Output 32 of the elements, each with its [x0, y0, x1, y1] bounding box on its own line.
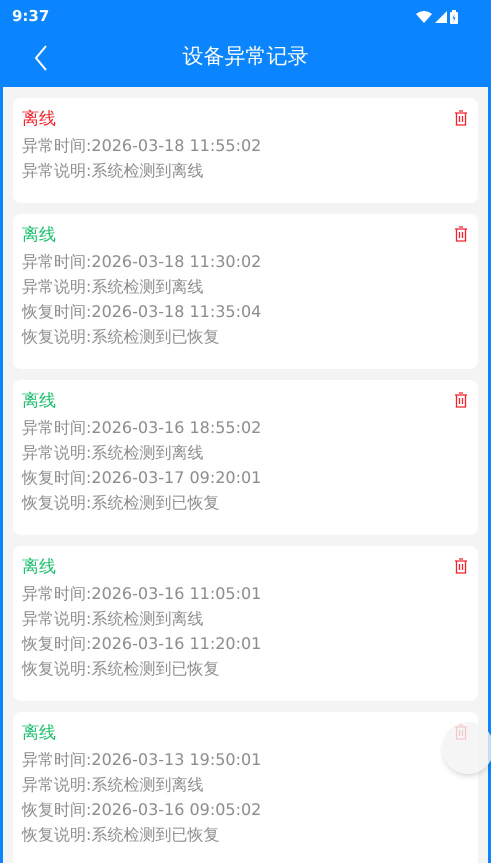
- record-detail: 异常说明:系统检测到离线: [22, 442, 204, 464]
- record-detail: 恢复说明:系统检测到已恢复: [22, 824, 220, 846]
- status-label: 离线: [22, 722, 56, 745]
- delete-button[interactable]: [454, 558, 468, 574]
- delete-button[interactable]: [454, 110, 468, 126]
- record-detail: 异常时间:2026-03-16 18:55:02: [22, 417, 262, 439]
- record-detail: 恢复说明:系统检测到已恢复: [22, 492, 220, 514]
- status-label: 离线: [22, 224, 56, 247]
- record-detail: 异常时间:2026-03-13 19:50:01: [22, 749, 262, 771]
- delete-button[interactable]: [454, 226, 468, 242]
- record-detail: 恢复时间:2026-03-16 11:20:01: [22, 633, 262, 655]
- record-detail: 异常时间:2026-03-18 11:55:02: [22, 135, 262, 157]
- record-detail: 异常时间:2026-03-16 11:05:01: [22, 583, 262, 605]
- record-detail: 恢复时间:2026-03-17 09:20:01: [22, 467, 262, 489]
- status-label: 离线: [22, 108, 56, 131]
- record-detail: 恢复时间:2026-03-16 09:05:02: [22, 799, 262, 821]
- record-detail: 恢复时间:2026-03-18 11:35:04: [22, 301, 262, 323]
- record-detail: 异常说明:系统检测到离线: [22, 276, 204, 298]
- status-label: 离线: [22, 390, 56, 413]
- status-time: 9:37: [12, 6, 50, 28]
- signal-icon: [435, 10, 447, 22]
- record-detail: 异常时间:2026-03-18 11:30:02: [22, 251, 262, 273]
- record-detail: 异常说明:系统检测到离线: [22, 608, 204, 630]
- record-detail: 恢复说明:系统检测到已恢复: [22, 326, 220, 348]
- wifi-icon: [416, 10, 432, 22]
- record-detail: 异常说明:系统检测到离线: [22, 160, 204, 182]
- status-label: 离线: [22, 556, 56, 579]
- record-detail: 恢复说明:系统检测到已恢复: [22, 658, 220, 680]
- record-detail: 异常说明:系统检测到离线: [22, 774, 204, 796]
- delete-button[interactable]: [454, 392, 468, 408]
- screen-title: 设备异常记录: [182, 43, 308, 70]
- battery-icon: [450, 10, 458, 24]
